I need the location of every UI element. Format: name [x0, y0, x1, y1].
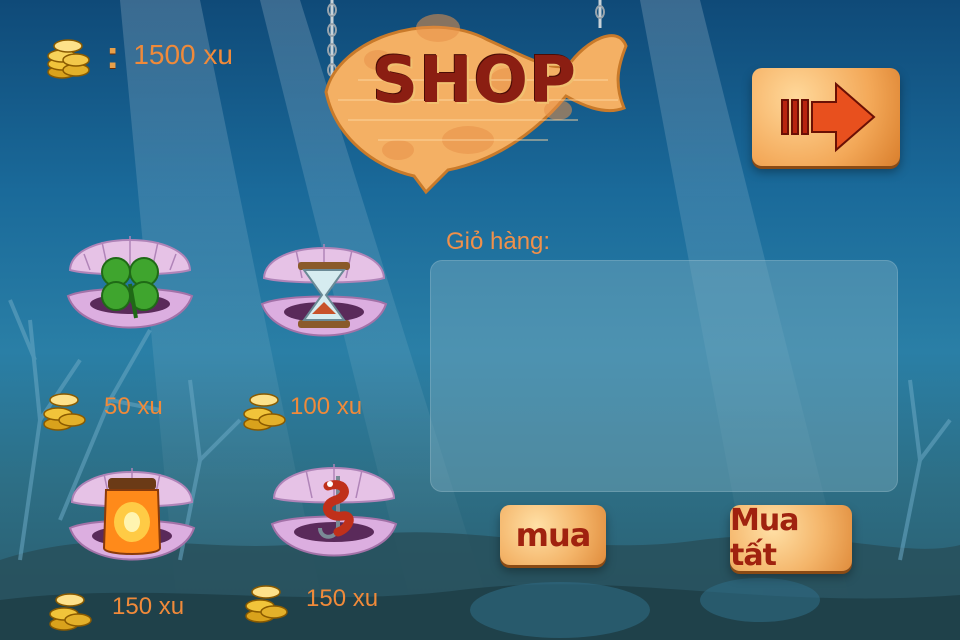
coin-stack-icon: [49, 593, 92, 631]
balance-amount: 1500 xu: [133, 39, 233, 70]
balance-separator: :: [106, 33, 120, 77]
shop-title: SHOP: [372, 44, 577, 118]
coin-stack-icon: [243, 393, 286, 431]
next-button[interactable]: [752, 68, 900, 166]
coin-stack-icon: [43, 393, 86, 431]
buy-button[interactable]: mua: [500, 505, 606, 565]
coin-stack-icon: [245, 585, 288, 623]
price-label: 150 xu: [306, 585, 379, 612]
shop-item-clover[interactable]: [62, 212, 198, 353]
buy-all-button[interactable]: Mua tất: [730, 503, 852, 573]
price-hourglass: 100 xu: [240, 382, 362, 432]
hourglass-icon: [298, 262, 350, 328]
shop-item-hourglass[interactable]: [256, 220, 392, 361]
coin-balance: : 1500 xu: [44, 30, 233, 80]
price-worm: 150 xu: [242, 574, 378, 624]
price-jar: 150 xu: [46, 582, 184, 632]
price-label: 150 xu: [112, 593, 185, 620]
coin-stack-icon: [47, 39, 90, 79]
price-label: 100 xu: [290, 393, 363, 420]
price-clover: 50 xu: [40, 382, 163, 432]
cart-label: Giỏ hàng:: [446, 228, 551, 255]
price-label: 50 xu: [104, 393, 163, 420]
shop-item-worm[interactable]: [266, 440, 402, 581]
glowing-jar-icon: [102, 478, 162, 555]
shop-item-jar[interactable]: [64, 444, 200, 585]
cart-panel: [430, 260, 898, 492]
arrow-right-icon: [781, 81, 876, 153]
